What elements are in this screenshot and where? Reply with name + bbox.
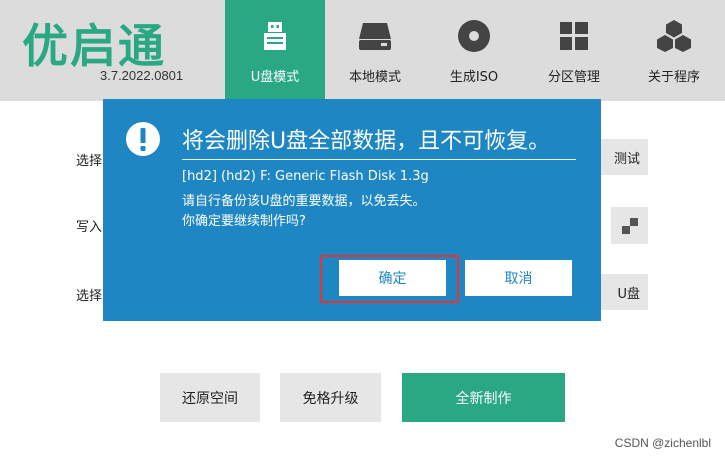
tab-label: 分区管理: [547, 70, 600, 85]
dialog-confirm-question: 你确定要继续制作吗?: [182, 214, 306, 229]
tab-about[interactable]: 关于程序: [624, 0, 724, 101]
select-device-label: 选择: [76, 154, 103, 169]
partition-grid-icon: [554, 16, 594, 56]
watermark: CSDN @zichenlbl: [614, 436, 711, 450]
usb-button[interactable]: U盘: [596, 274, 648, 310]
dialog-divider: [182, 159, 576, 160]
dialog-backup-warning: 请自行备份该U盘的重要数据，以免丢失。: [182, 194, 426, 209]
usb-drive-icon: [255, 16, 295, 56]
tab-label: U盘模式: [250, 70, 300, 85]
tab-local-mode[interactable]: 本地模式: [325, 0, 425, 101]
tab-label: 本地模式: [348, 70, 401, 85]
tab-label: 关于程序: [647, 70, 700, 85]
upgrade-no-format-button[interactable]: 免格升级: [280, 373, 381, 422]
mini-blocks-icon: [622, 218, 638, 234]
tab-usb-mode[interactable]: U盘模式: [225, 0, 325, 101]
test-button[interactable]: 测试: [596, 139, 648, 175]
disc-icon: [454, 16, 494, 56]
hard-disk-icon: [355, 16, 395, 56]
select-mode-label: 选择: [76, 289, 103, 304]
settings-square-button[interactable]: [611, 207, 648, 244]
dialog-title: 将会删除U盘全部数据，且不可恢复。: [182, 129, 551, 154]
cubes-icon: [654, 16, 694, 56]
write-mode-label: 写入: [76, 220, 103, 235]
app-header: 优启通 3.7.2022.0801 U盘模式 本地模式 生成ISO 分区管理 关…: [0, 0, 725, 101]
restore-space-button[interactable]: 还原空间: [160, 373, 260, 422]
create-new-button[interactable]: 全新制作: [402, 373, 565, 422]
highlight-annotation-box: [320, 255, 459, 303]
app-logo: 优启通: [22, 19, 166, 73]
warning-exclamation-icon: [125, 121, 161, 157]
app-version: 3.7.2022.0801: [100, 68, 184, 83]
tab-label: 生成ISO: [449, 70, 499, 85]
tab-partition-manager[interactable]: 分区管理: [524, 0, 624, 101]
tab-generate-iso[interactable]: 生成ISO: [424, 0, 524, 101]
cancel-button[interactable]: 取消: [465, 260, 572, 296]
dialog-device-info: [hd2] (hd2) F: Generic Flash Disk 1.3g: [182, 169, 429, 184]
